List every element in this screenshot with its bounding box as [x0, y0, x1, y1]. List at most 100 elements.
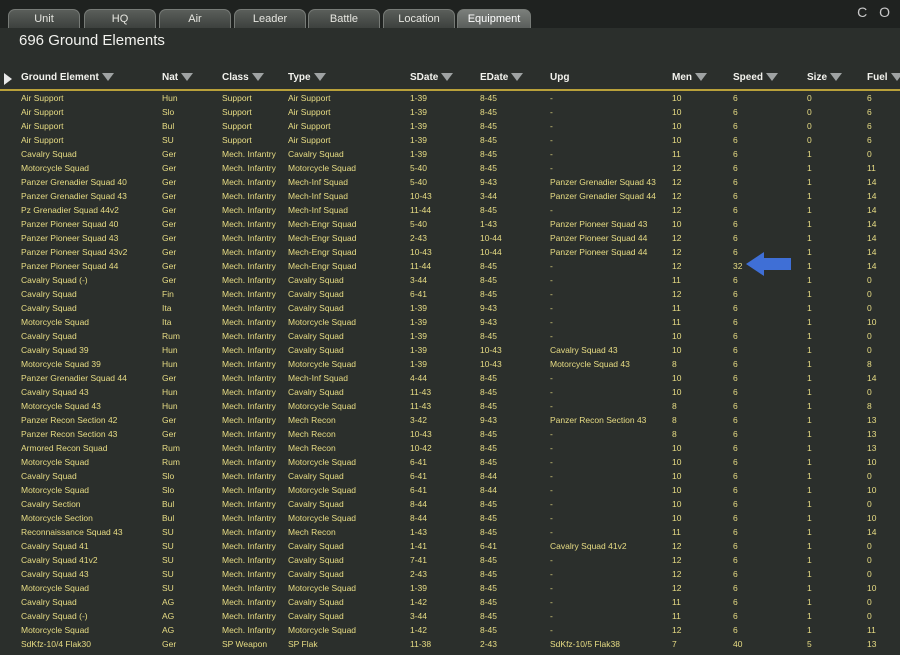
- table-row[interactable]: Motorcycle Squad Ita Mech. Infantry Motorcy…: [0, 315, 900, 329]
- table-row[interactable]: Cavalry Squad (-) AG Mech. Infantry Cavalry…: [0, 609, 900, 623]
- filter-icon[interactable]: [441, 73, 454, 81]
- tab-battle[interactable]: Battle: [308, 9, 380, 28]
- table-row[interactable]: Panzer Recon Section 42 Ger Mech. Infantry…: [0, 413, 900, 427]
- cell-speed: 6: [733, 205, 738, 215]
- cell-men: 10: [672, 107, 682, 117]
- table-row[interactable]: Armored Recon Squad Rum Mech. Infantry Mech…: [0, 441, 900, 455]
- column-header-ground-element[interactable]: Ground Element: [21, 72, 114, 83]
- cell-type: SP Flak: [288, 639, 318, 649]
- table-row[interactable]: Cavalry Squad 43 SU Mech. Infantry Cavalry …: [0, 567, 900, 581]
- cell-fuel: 0: [867, 471, 872, 481]
- tab-air[interactable]: Air: [159, 9, 231, 28]
- column-header-speed[interactable]: Speed: [733, 72, 779, 83]
- filter-icon[interactable]: [181, 73, 194, 81]
- cell-upg: -: [550, 317, 553, 327]
- filter-icon[interactable]: [251, 73, 264, 81]
- column-header-men[interactable]: Men: [672, 72, 707, 83]
- tab-location[interactable]: Location: [383, 9, 455, 28]
- cell-type: Cavalry Squad: [288, 289, 344, 299]
- table-row[interactable]: Cavalry Squad Rum Mech. Infantry Cavalry Sq…: [0, 329, 900, 343]
- column-header-edate[interactable]: EDate: [480, 72, 524, 83]
- filter-icon[interactable]: [830, 73, 843, 81]
- column-header-nat[interactable]: Nat: [162, 72, 194, 83]
- cell-edate: 10-43: [480, 345, 502, 355]
- table-row[interactable]: Panzer Grenadier Squad 43 Ger Mech. Infant…: [0, 189, 900, 203]
- table-row[interactable]: Reconnaissance Squad 43 SU Mech. Infantry M…: [0, 525, 900, 539]
- table-row[interactable]: Panzer Pioneer Squad 40 Ger Mech. Infantry…: [0, 217, 900, 231]
- filter-icon[interactable]: [313, 73, 326, 81]
- table-row[interactable]: Cavalry Squad 41 SU Mech. Infantry Cavalry …: [0, 539, 900, 553]
- cell-name: Armored Recon Squad: [21, 443, 108, 453]
- table-row[interactable]: Cavalry Squad 43 Hun Mech. Infantry Cavalry…: [0, 385, 900, 399]
- cell-upg: -: [550, 457, 553, 467]
- table-row[interactable]: Panzer Grenadier Squad 40 Ger Mech. Infant…: [0, 175, 900, 189]
- cell-type: Motorcycle Squad: [288, 317, 357, 327]
- cell-fuel: 0: [867, 331, 872, 341]
- cell-men: 10: [672, 93, 682, 103]
- table-row[interactable]: Cavalry Squad Ger Mech. Infantry Cavalry Sq…: [0, 147, 900, 161]
- column-header-type[interactable]: Type: [288, 72, 326, 83]
- cell-type: Motorcycle Squad: [288, 485, 357, 495]
- table-row[interactable]: Motorcycle Squad 39 Hun Mech. Infantry Moto…: [0, 357, 900, 371]
- cell-size: 1: [807, 177, 812, 187]
- table-row[interactable]: Panzer Recon Section 43 Ger Mech. Infantry…: [0, 427, 900, 441]
- expand-arrow-icon[interactable]: [4, 73, 12, 85]
- table-row[interactable]: Cavalry Squad Slo Mech. Infantry Cavalry Sq…: [0, 469, 900, 483]
- cell-sdate: 1-39: [410, 303, 428, 313]
- table-row[interactable]: Motorcycle Squad 43 Hun Mech. Infantry Moto…: [0, 399, 900, 413]
- table-row[interactable]: Air Support Slo Support Air Support 1-39 8-45…: [0, 105, 900, 119]
- table-row[interactable]: Motorcycle Squad AG Mech. Infantry Motorcyc…: [0, 623, 900, 637]
- cell-men: 12: [672, 163, 682, 173]
- cell-nat: Slo: [162, 485, 175, 495]
- table-row[interactable]: Motorcycle Squad Ger Mech. Infantry Motorcy…: [0, 161, 900, 175]
- table-row[interactable]: Motorcycle Squad SU Mech. Infantry Motorcyc…: [0, 581, 900, 595]
- cell-class: Mech. Infantry: [222, 597, 276, 607]
- cell-speed: 6: [733, 121, 738, 131]
- column-header-class[interactable]: Class: [222, 72, 264, 83]
- cell-size: 1: [807, 373, 812, 383]
- filter-icon[interactable]: [101, 73, 114, 81]
- table-row[interactable]: Air Support Hun Support Air Support 1-39 8-45…: [0, 91, 900, 105]
- table-row[interactable]: Pz Grenadier Squad 44v2 Ger Mech. Infantry…: [0, 203, 900, 217]
- column-header-upg[interactable]: Upg: [550, 72, 569, 83]
- table-row[interactable]: Cavalry Squad Ita Mech. Infantry Cavalry Sq…: [0, 301, 900, 315]
- cell-class: Mech. Infantry: [222, 163, 276, 173]
- tab-unit[interactable]: Unit: [8, 9, 80, 28]
- table-row[interactable]: Panzer Grenadier Squad 44 Ger Mech. Infant…: [0, 371, 900, 385]
- equipment-table: Air Support Hun Support Air Support 1-39 8-45…: [0, 91, 900, 651]
- table-row[interactable]: Air Support SU Support Air Support 1-39 8-45 -…: [0, 133, 900, 147]
- table-row[interactable]: Cavalry Squad Fin Mech. Infantry Cavalry Sq…: [0, 287, 900, 301]
- table-row[interactable]: Cavalry Squad AG Mech. Infantry Cavalry Squ…: [0, 595, 900, 609]
- cell-edate: 6-41: [480, 541, 498, 551]
- cell-sdate: 11-44: [410, 261, 432, 271]
- cell-nat: Hun: [162, 387, 178, 397]
- cell-class: Mech. Infantry: [222, 233, 276, 243]
- table-row[interactable]: Motorcycle Section Bul Mech. Infantry Motor…: [0, 511, 900, 525]
- cell-speed: 6: [733, 107, 738, 117]
- column-header-fuel[interactable]: Fuel: [867, 72, 900, 83]
- filter-icon[interactable]: [766, 73, 779, 81]
- cell-men: 11: [672, 317, 681, 327]
- table-row[interactable]: Panzer Pioneer Squad 43 Ger Mech. Infantry…: [0, 231, 900, 245]
- table-row[interactable]: Cavalry Section Bul Mech. Infantry Cavalry …: [0, 497, 900, 511]
- table-row[interactable]: SdKfz-10/4 Flak30 Ger SP Weapon SP Flak 11-3…: [0, 637, 900, 651]
- column-header-sdate[interactable]: SDate: [410, 72, 454, 83]
- table-row[interactable]: Air Support Bul Support Air Support 1-39 8-45…: [0, 119, 900, 133]
- table-row[interactable]: Motorcycle Squad Slo Mech. Infantry Motorcy…: [0, 483, 900, 497]
- column-header-size[interactable]: Size: [807, 72, 843, 83]
- tab-equipment[interactable]: Equipment: [457, 9, 531, 28]
- table-row[interactable]: Cavalry Squad 39 Hun Mech. Infantry Cavalry…: [0, 343, 900, 357]
- cell-fuel: 0: [867, 289, 872, 299]
- tab-hq[interactable]: HQ: [84, 9, 156, 28]
- filter-icon[interactable]: [695, 73, 707, 81]
- filter-icon[interactable]: [511, 73, 524, 81]
- table-row[interactable]: Cavalry Squad 41v2 SU Mech. Infantry Cavalr…: [0, 553, 900, 567]
- cell-nat: Hun: [162, 345, 178, 355]
- tab-leader[interactable]: Leader: [234, 9, 306, 28]
- filter-icon[interactable]: [890, 73, 900, 81]
- cell-type: Cavalry Squad: [288, 387, 344, 397]
- cell-fuel: 10: [867, 457, 877, 467]
- cell-men: 12: [672, 541, 682, 551]
- table-row[interactable]: Motorcycle Squad Rum Mech. Infantry Motorcy…: [0, 455, 900, 469]
- cell-men: 10: [672, 485, 682, 495]
